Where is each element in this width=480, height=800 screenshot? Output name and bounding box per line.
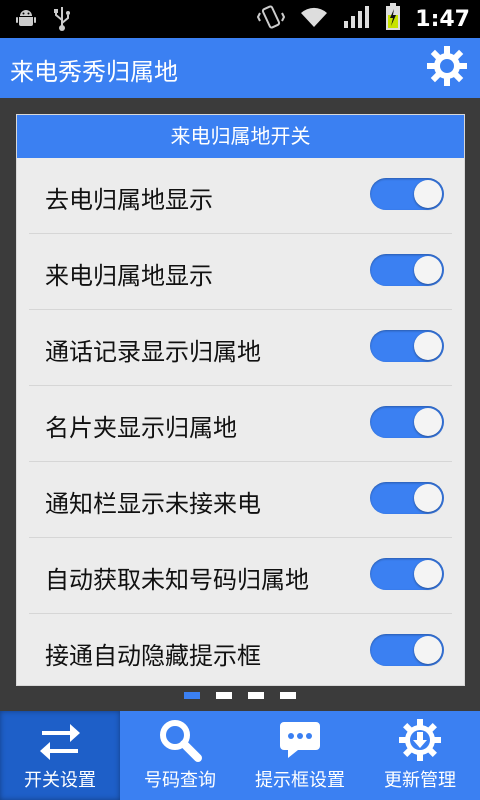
toggle-knob — [414, 408, 442, 436]
wifi-icon — [299, 5, 329, 33]
row-label: 来电归属地显示 — [45, 262, 213, 290]
chat-bubble-icon — [278, 718, 322, 762]
page-dot-active[interactable] — [184, 692, 200, 699]
page-indicator — [0, 692, 480, 704]
tab-popup-settings[interactable]: 提示框设置 — [240, 711, 360, 800]
list-item: 通知栏显示未接来电 — [29, 462, 452, 538]
toggle-switch[interactable] — [370, 178, 444, 210]
battery-charging-icon — [385, 3, 401, 35]
tab-label: 号码查询 — [144, 770, 216, 791]
gear-icon — [426, 45, 468, 91]
list-item: 来电归属地显示 — [29, 234, 452, 310]
settings-card: 来电归属地开关 去电归属地显示 来电归属地显示 通话记录显示归属地 名片夹显示归… — [16, 114, 465, 686]
toggle-switch[interactable] — [370, 254, 444, 286]
update-gear-icon — [398, 718, 442, 762]
app-screen: 1:47 来电秀秀归属地 来电归属地开关 去电归属地显示 来电归属地显示 通话记… — [0, 0, 480, 800]
status-bar: 1:47 — [0, 0, 480, 38]
card-header: 来电归属地开关 — [17, 115, 464, 158]
android-debug-icon — [14, 7, 38, 35]
page-dot[interactable] — [280, 692, 296, 699]
toggle-switch[interactable] — [370, 406, 444, 438]
settings-button[interactable] — [424, 45, 470, 91]
tab-label: 开关设置 — [24, 770, 96, 791]
tab-label: 提示框设置 — [255, 770, 345, 791]
toggle-knob — [414, 560, 442, 588]
toggle-list: 去电归属地显示 来电归属地显示 通话记录显示归属地 名片夹显示归属地 通知栏显示… — [17, 158, 464, 685]
page-dot[interactable] — [216, 692, 232, 699]
list-item: 通话记录显示归属地 — [29, 310, 452, 386]
toggle-knob — [414, 256, 442, 284]
search-icon — [158, 718, 202, 762]
toggle-switch[interactable] — [370, 330, 444, 362]
row-label: 通话记录显示归属地 — [45, 338, 261, 366]
vibrate-icon — [257, 4, 286, 34]
toggle-knob — [414, 484, 442, 512]
bottom-nav: 开关设置 号码查询 提示框设置 更新管理 — [0, 711, 480, 800]
status-time: 1:47 — [415, 6, 470, 32]
toggle-knob — [414, 332, 442, 360]
tab-number-lookup[interactable]: 号码查询 — [120, 711, 240, 800]
row-label: 名片夹显示归属地 — [45, 414, 237, 442]
usb-icon — [52, 6, 72, 36]
swap-arrows-icon — [38, 718, 82, 762]
tab-label: 更新管理 — [384, 770, 456, 791]
tab-update-management[interactable]: 更新管理 — [360, 711, 480, 800]
row-label: 去电归属地显示 — [45, 186, 213, 214]
toggle-switch[interactable] — [370, 482, 444, 514]
toggle-knob — [414, 636, 442, 664]
page-dot[interactable] — [248, 692, 264, 699]
signal-icon — [343, 5, 371, 33]
app-title: 来电秀秀归属地 — [10, 58, 178, 86]
list-item: 接通自动隐藏提示框 — [29, 614, 452, 685]
row-label: 接通自动隐藏提示框 — [45, 642, 261, 670]
row-label: 自动获取未知号码归属地 — [45, 566, 309, 594]
title-bar: 来电秀秀归属地 — [0, 38, 480, 98]
toggle-switch[interactable] — [370, 558, 444, 590]
list-item: 自动获取未知号码归属地 — [29, 538, 452, 614]
tab-switch-settings[interactable]: 开关设置 — [0, 711, 120, 800]
toggle-knob — [414, 180, 442, 208]
row-label: 通知栏显示未接来电 — [45, 490, 261, 518]
list-item: 名片夹显示归属地 — [29, 386, 452, 462]
list-item: 去电归属地显示 — [29, 158, 452, 234]
toggle-switch[interactable] — [370, 634, 444, 666]
